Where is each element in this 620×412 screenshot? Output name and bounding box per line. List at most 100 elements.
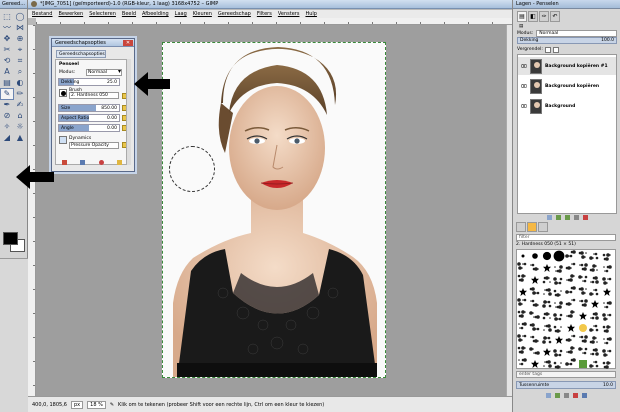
tool-button[interactable]: ☼: [14, 122, 26, 132]
new-brush-icon[interactable]: [554, 393, 560, 398]
tool-button[interactable]: A: [1, 67, 13, 77]
tool-button[interactable]: ◯: [14, 12, 26, 22]
opacity-slider[interactable]: Dekking 25.0: [58, 78, 120, 86]
layer-opacity-slider[interactable]: Dekking 100.0: [517, 37, 617, 44]
tool-button[interactable]: ✏: [14, 89, 26, 99]
dynamics-preview-button[interactable]: [59, 136, 67, 144]
tool-button[interactable]: ◐: [14, 78, 26, 88]
brush-spacing-slider[interactable]: Tussenruimte 10.0: [516, 381, 616, 389]
menu-item[interactable]: Bestand: [32, 11, 52, 17]
layer-row[interactable]: Background: [518, 97, 616, 115]
save-options-icon[interactable]: [61, 160, 67, 165]
tool-options-scrollbar[interactable]: [126, 59, 131, 165]
zoom-select[interactable]: 18 %: [87, 400, 106, 409]
lock-label: Vergrendel:: [517, 47, 543, 52]
tab-patterns[interactable]: [527, 222, 537, 232]
vertical-ruler[interactable]: [28, 25, 36, 396]
tool-button[interactable]: ⌕: [14, 67, 26, 77]
tool-options-title: Gereedschapsopties: [55, 40, 106, 46]
tool-button[interactable]: 〰: [1, 23, 13, 33]
menu-item[interactable]: Gereedschap: [218, 11, 251, 17]
layer-row[interactable]: Background kopiëren #1: [518, 57, 616, 75]
aspect-ratio-label: Aspect Ratio: [61, 116, 90, 121]
tool-button[interactable]: ⌗: [14, 56, 26, 66]
tab-paths[interactable]: ✑: [539, 11, 549, 22]
tool-button[interactable]: ✒: [1, 100, 13, 110]
tool-button[interactable]: ⌂: [14, 111, 26, 121]
lower-layer-icon[interactable]: [564, 215, 570, 220]
tool-button[interactable]: ⬚: [1, 12, 13, 22]
lock-alpha-checkbox[interactable]: [552, 46, 559, 53]
duplicate-layer-icon[interactable]: [573, 215, 579, 220]
tab-brushes[interactable]: [516, 222, 526, 232]
tool-button[interactable]: ✎: [0, 88, 14, 100]
delete-options-icon[interactable]: [98, 160, 104, 165]
tool-options-titlebar: Gereedschapsopties ✕: [52, 39, 134, 47]
size-slider[interactable]: Size 850.00: [58, 104, 120, 112]
tool-button[interactable]: ▤: [1, 78, 13, 88]
tool-button[interactable]: ✂: [1, 45, 13, 55]
dynamics-name-field[interactable]: Pressure Opacity: [69, 142, 119, 149]
dock-tabs: ▤ ◧ ✑ ↶: [517, 11, 597, 22]
layer-mode-select[interactable]: Normaal: [536, 30, 617, 37]
menu-item[interactable]: Afbeelding: [142, 11, 169, 17]
edit-brush-icon[interactable]: [545, 393, 551, 398]
menu-item[interactable]: Beeld: [122, 11, 136, 17]
delete-brush-icon[interactable]: [572, 393, 578, 398]
foreground-color-swatch[interactable]: [3, 232, 18, 245]
menu-item[interactable]: Filters: [257, 11, 272, 17]
menu-item[interactable]: Bewerken: [58, 11, 83, 17]
angle-label: Angle: [61, 126, 74, 131]
image-canvas[interactable]: [162, 42, 386, 378]
tool-button[interactable]: ⋈: [14, 23, 26, 33]
brush-filter-input[interactable]: filter: [516, 234, 616, 241]
brush-grid[interactable]: [516, 249, 616, 369]
tool-button[interactable]: ⌖: [14, 45, 26, 55]
new-layer-icon[interactable]: [546, 215, 552, 220]
mode-select[interactable]: Normaal: [86, 69, 122, 76]
aspect-ratio-slider[interactable]: Aspect Ratio 0.00: [58, 114, 120, 122]
raise-layer-icon[interactable]: [555, 215, 561, 220]
delete-layer-icon[interactable]: [582, 215, 588, 220]
reset-options-icon[interactable]: [117, 160, 123, 165]
layer-row[interactable]: Background kopiëren: [518, 77, 616, 95]
tool-button[interactable]: ✍: [14, 100, 26, 110]
lock-pixels-checkbox[interactable]: [544, 46, 551, 53]
tool-button[interactable]: ⊕: [14, 34, 26, 44]
layer-mode-row: Modus: Normaal: [517, 30, 617, 37]
duplicate-brush-icon[interactable]: [563, 393, 569, 398]
tool-button[interactable]: ✥: [1, 34, 13, 44]
brush-name-field[interactable]: 2. Hardness 050: [69, 92, 119, 99]
unit-select[interactable]: px: [71, 400, 84, 409]
tool-button[interactable]: ◢: [1, 133, 13, 143]
tool-button[interactable]: ▲: [14, 133, 26, 143]
angle-slider[interactable]: Angle 0.00: [58, 124, 120, 132]
menu-item[interactable]: Selecteren: [89, 11, 116, 17]
visibility-eye-icon[interactable]: [521, 64, 527, 69]
restore-options-icon[interactable]: [80, 160, 86, 165]
layers-section-label: ▤: [519, 24, 524, 29]
mode-dropdown-icon[interactable]: ▾: [118, 68, 121, 75]
tab-undo[interactable]: ↶: [550, 11, 560, 22]
tool-button[interactable]: ⊘: [1, 111, 13, 121]
brush-preview-button[interactable]: [59, 89, 67, 97]
tool-button[interactable]: ✧: [1, 122, 13, 132]
window-titlebar: *[IMG_7051] (geïmporteerd)-1.0 (RGB-kleu…: [28, 0, 512, 9]
menu-item[interactable]: Laag: [175, 11, 187, 17]
visibility-eye-icon[interactable]: [521, 104, 527, 109]
tab-layers[interactable]: ▤: [517, 11, 527, 22]
horizontal-ruler[interactable]: [36, 18, 512, 25]
tab-channels[interactable]: ◧: [528, 11, 538, 22]
close-icon[interactable]: ✕: [123, 40, 133, 46]
menu-item[interactable]: Hulp: [305, 11, 317, 17]
visibility-eye-icon[interactable]: [521, 84, 527, 89]
tab-tool-options[interactable]: Gereedschapsopties: [56, 50, 106, 58]
refresh-brushes-icon[interactable]: [581, 393, 587, 398]
tool-button[interactable]: ⟲: [1, 56, 13, 66]
menu-item[interactable]: Vensters: [278, 11, 300, 17]
menu-item[interactable]: Kleuren: [193, 11, 212, 17]
opacity-label: Dekking: [61, 80, 80, 85]
toolbox: Gereed... ⬚ ◯ 〰 ⋈ ✥ ⊕ ✂ ⌖ ⟲ ⌗ A ⌕ ▤ ◐ ✎ ✏ ✒ ✍ ⊘ ⌂ ✧ ☼ ◢ ▲: [0, 0, 28, 412]
tab-gradients[interactable]: [538, 222, 548, 232]
brush-tag-input[interactable]: enter tags: [516, 371, 616, 378]
